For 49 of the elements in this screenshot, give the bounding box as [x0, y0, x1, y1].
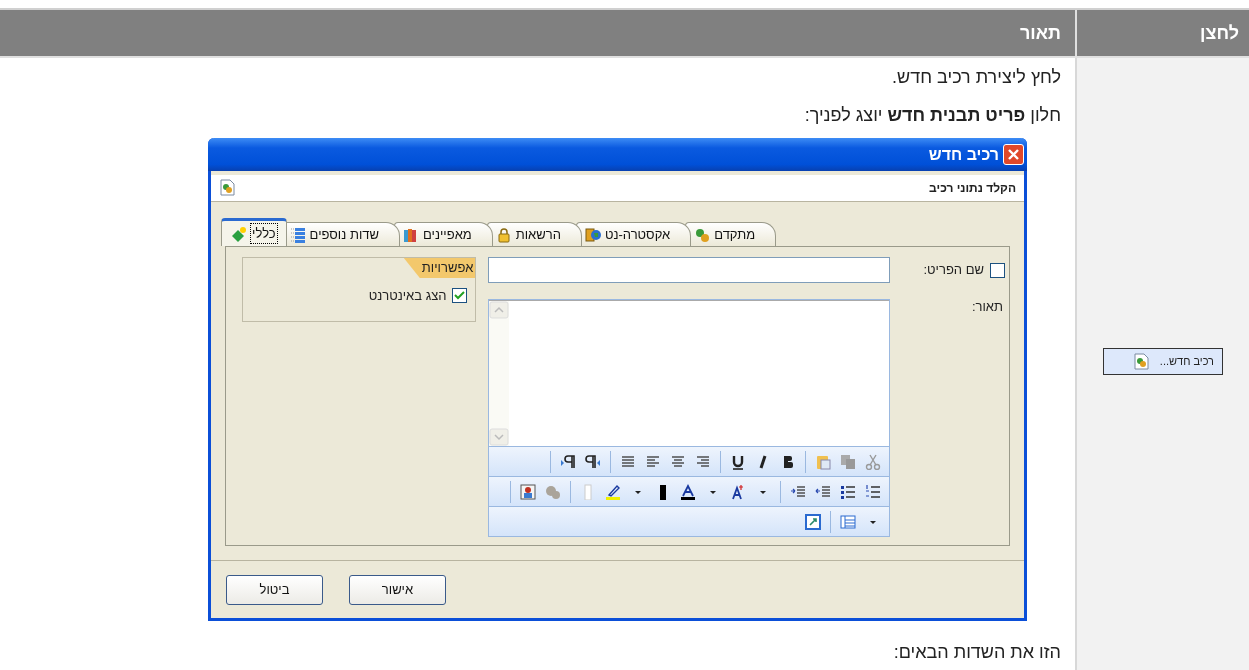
books-icon: [402, 226, 419, 243]
option-label: הצג באינטרנט: [368, 287, 447, 305]
dialog-button[interactable]: ביטול: [226, 574, 323, 605]
tab[interactable]: הרשאות: [486, 222, 582, 246]
paragraph-ltr-icon[interactable]: [560, 453, 577, 470]
check-icon: [454, 290, 466, 302]
tab[interactable]: אקסטרה-נט: [575, 222, 692, 246]
table-icon[interactable]: [840, 513, 857, 530]
numbered-list-icon[interactable]: [865, 483, 882, 500]
instruction-text: לחץ ליצירת רכיב חדש.: [891, 66, 1061, 88]
new-component-button[interactable]: רכיב חדש...: [1103, 348, 1223, 375]
checkbox[interactable]: [990, 262, 1005, 278]
image-icon[interactable]: [520, 483, 537, 500]
close-icon: [1007, 148, 1020, 161]
expand-window-icon[interactable]: [805, 513, 822, 530]
field-label: תאור:: [970, 298, 1004, 316]
bullet-list-icon[interactable]: [840, 483, 857, 500]
paragraph-rtl-icon[interactable]: [585, 453, 602, 470]
field-label: שם הפריט:: [923, 261, 984, 280]
copy-icon[interactable]: [840, 453, 857, 470]
scrollbar[interactable]: [489, 301, 510, 446]
font-color-icon[interactable]: [680, 483, 697, 500]
padlock-icon: [495, 226, 512, 243]
indent-icon[interactable]: [790, 483, 807, 500]
justify-icon[interactable]: [620, 453, 637, 470]
cut-icon[interactable]: [865, 453, 882, 470]
window-title: רכיב חדש: [928, 144, 999, 165]
checkbox[interactable]: [452, 288, 468, 304]
dialog-subtitle: הקלד נתוני רכיב: [929, 180, 1016, 197]
column-header: תאור: [1019, 21, 1062, 45]
align-right-icon[interactable]: [695, 453, 712, 470]
dialog-button[interactable]: אישור: [349, 574, 446, 605]
align-left-icon[interactable]: [645, 453, 662, 470]
tab[interactable]: מתקדם: [685, 222, 777, 246]
paste-icon[interactable]: [815, 453, 832, 470]
group-title: אפשרויות: [403, 258, 476, 278]
highlighter-icon[interactable]: [605, 483, 622, 500]
list-icon: [289, 226, 306, 243]
close-button[interactable]: [1003, 144, 1024, 165]
align-center-icon[interactable]: [670, 453, 687, 470]
column-header: לחצן: [1075, 10, 1249, 56]
instruction-text: הזו את השדות הבאים:: [893, 641, 1061, 663]
outdent-icon[interactable]: [815, 483, 832, 500]
tab[interactable]: מאפיינים: [393, 222, 493, 246]
document-icon: [1132, 353, 1150, 370]
tab[interactable]: כללי: [221, 218, 287, 246]
name-input[interactable]: [488, 257, 891, 283]
document-icon: [219, 179, 236, 197]
instruction-text: חלון פריט תבנית חדש יוצג לפניך:: [804, 104, 1061, 126]
